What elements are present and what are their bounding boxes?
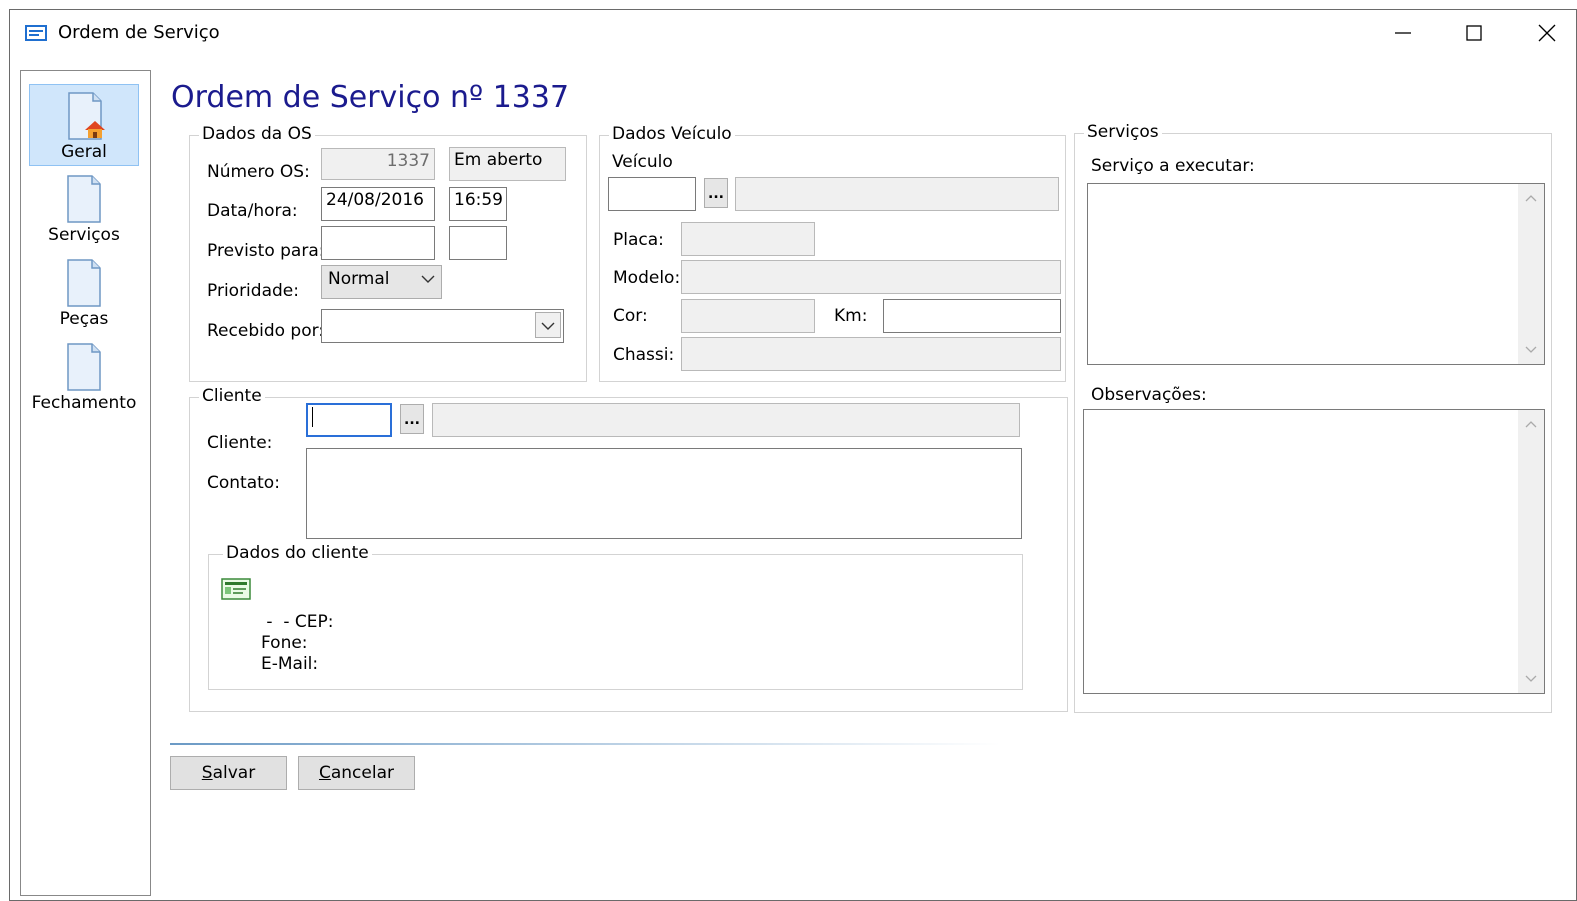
hora-field[interactable]: 16:59 <box>449 187 507 221</box>
os-window: Ordem de Serviço Geral Serviços Peças Fe… <box>9 9 1577 901</box>
chevron-down-icon <box>421 275 435 283</box>
servicos-legend: Serviços <box>1084 122 1162 142</box>
cliente-label: Cliente: <box>207 433 273 453</box>
dados-veiculo-legend: Dados Veículo <box>609 124 735 144</box>
chevron-down-icon <box>541 322 555 330</box>
dados-os-group: Dados da OS Número OS: 1337 Em aberto Da… <box>189 124 587 382</box>
footer-separator <box>170 743 1000 745</box>
cliente-lookup-button[interactable]: ... <box>400 404 424 434</box>
nav-item-pecas[interactable]: Peças <box>29 252 139 334</box>
recebido-label: Recebido por: <box>207 321 325 341</box>
servico-executar-textarea[interactable] <box>1087 183 1545 365</box>
dados-veiculo-group: Dados Veículo Veículo ... Placa: Modelo:… <box>599 124 1066 382</box>
chevron-down-icon <box>1525 346 1537 353</box>
window-title: Ordem de Serviço <box>58 22 220 43</box>
observacoes-textarea[interactable] <box>1083 409 1545 694</box>
servicos-group: Serviços Serviço a executar: Observações… <box>1074 122 1552 713</box>
dados-cliente-legend: Dados do cliente <box>223 543 372 563</box>
servico-scrollbar[interactable] <box>1518 184 1544 364</box>
nav-label-geral: Geral <box>61 142 107 162</box>
cancelar-label: ancelar <box>330 763 394 783</box>
nav-item-servicos[interactable]: Serviços <box>29 168 139 250</box>
chevron-up-icon <box>1525 421 1537 428</box>
salvar-button[interactable]: Salvar <box>170 756 287 790</box>
document-icon <box>67 259 101 307</box>
cliente-group: Cliente Cliente: ... Contato: Dados do c… <box>189 386 1068 712</box>
nav-label-servicos: Serviços <box>48 225 120 245</box>
data-hora-label: Data/hora: <box>207 201 298 221</box>
chevron-down-icon <box>1525 675 1537 682</box>
chassi-field <box>681 337 1061 371</box>
cliente-name-field <box>432 403 1020 437</box>
chevron-up-icon <box>1525 195 1537 202</box>
numero-os-field[interactable]: 1337 <box>321 148 435 180</box>
km-field[interactable] <box>883 299 1061 333</box>
nav-item-geral[interactable]: Geral <box>29 84 139 166</box>
status-field: Em aberto <box>449 147 566 181</box>
recebido-select[interactable] <box>321 309 564 343</box>
cliente-legend: Cliente <box>199 386 265 406</box>
observacoes-scrollbar[interactable] <box>1518 410 1544 693</box>
close-icon <box>1538 24 1556 42</box>
previsto-hora-field[interactable] <box>449 226 507 260</box>
dados-cliente-group: Dados do cliente - - CEP: Fone: E-Mail: <box>208 543 1023 690</box>
document-icon <box>67 343 101 391</box>
app-icon <box>24 23 48 43</box>
document-home-icon <box>68 92 105 140</box>
chassi-label: Chassi: <box>613 345 675 365</box>
prioridade-value: Normal <box>328 269 390 289</box>
nav-label-fechamento: Fechamento <box>31 393 137 413</box>
veiculo-label: Veículo <box>612 152 673 172</box>
cor-field <box>681 299 815 333</box>
cancelar-button[interactable]: Cancelar <box>298 756 415 790</box>
email-line: E-Mail: <box>261 654 319 674</box>
minimize-button[interactable] <box>1380 16 1426 50</box>
nav-item-fechamento[interactable]: Fechamento <box>29 336 139 418</box>
cancelar-accesskey: C <box>318 763 331 783</box>
maximize-icon <box>1466 25 1482 41</box>
contato-textarea[interactable] <box>306 448 1022 539</box>
nav-label-pecas: Peças <box>59 309 109 329</box>
dados-os-legend: Dados da OS <box>199 124 315 144</box>
salvar-accesskey: S <box>201 763 213 783</box>
data-field[interactable]: 24/08/2016 <box>321 187 435 221</box>
numero-os-label: Número OS: <box>207 162 310 182</box>
veiculo-code-field[interactable] <box>608 177 696 211</box>
km-label: Km: <box>834 306 868 326</box>
veiculo-lookup-button[interactable]: ... <box>704 178 728 208</box>
veiculo-desc-field <box>735 177 1059 211</box>
servico-executar-label: Serviço a executar: <box>1091 156 1255 176</box>
text-caret <box>312 407 313 427</box>
recebido-dropdown-box <box>535 312 561 338</box>
salvar-label: alvar <box>212 763 256 783</box>
previsto-data-field[interactable] <box>321 226 435 260</box>
cep-line: - - CEP: <box>261 612 334 632</box>
observacoes-label: Observações: <box>1091 385 1207 405</box>
prioridade-select[interactable]: Normal <box>321 265 442 299</box>
modelo-label: Modelo: <box>613 268 681 288</box>
side-nav: Geral Serviços Peças Fechamento <box>20 70 151 896</box>
modelo-field <box>681 260 1061 294</box>
placa-field <box>681 222 815 256</box>
placa-label: Placa: <box>613 230 664 250</box>
client-card-icon <box>221 577 251 605</box>
maximize-button[interactable] <box>1451 16 1497 50</box>
minimize-icon <box>1395 32 1411 34</box>
page-title: Ordem de Serviço nº 1337 <box>171 80 570 115</box>
cliente-code-field[interactable] <box>306 403 392 437</box>
fone-line: Fone: <box>261 633 308 653</box>
contato-label: Contato: <box>207 473 280 493</box>
previsto-label: Previsto para: <box>207 241 325 261</box>
cor-label: Cor: <box>613 306 648 326</box>
close-button[interactable] <box>1524 16 1570 50</box>
document-icon <box>67 175 101 223</box>
prioridade-label: Prioridade: <box>207 281 299 301</box>
